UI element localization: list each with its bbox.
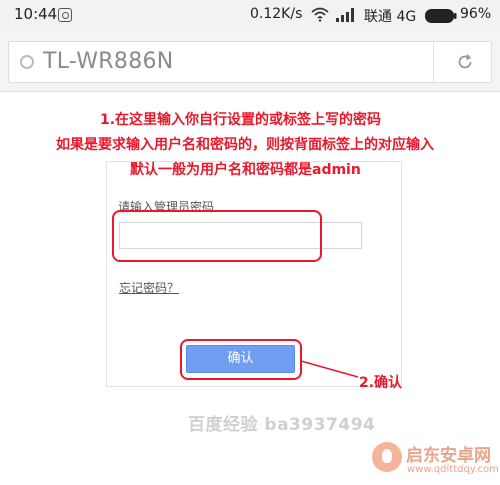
browser-toolbar: TL-WR886N — [0, 30, 500, 92]
annotation-step1: 1.在这里输入你自行设置的或标签上写的密码 — [100, 112, 382, 128]
battery-percent: 96% — [460, 6, 492, 22]
status-time: 10:44 — [14, 5, 58, 23]
site-logo-icon — [372, 442, 402, 472]
status-bar: 10:44 0.12K/s 联通 4G 96% — [0, 0, 500, 30]
site-watermark-name: 启东安卓网 — [406, 446, 491, 466]
battery-icon — [425, 9, 457, 23]
password-highlight-box — [112, 210, 322, 262]
annotation-username-hint: 如果是要求输入用户名和密码的，则按背面标签上的对应输入 — [56, 137, 434, 153]
signal-icon — [336, 8, 354, 22]
url-text[interactable]: TL-WR886N — [43, 49, 174, 74]
wifi-icon — [311, 7, 329, 22]
network-speed: 0.12K/s — [250, 6, 303, 22]
annotation-step2: 2.确认 — [359, 375, 403, 391]
address-bar[interactable]: TL-WR886N — [8, 41, 492, 83]
gallery-icon — [58, 8, 72, 22]
circle-icon — [20, 55, 34, 69]
site-watermark-url: www.qdlttdqy.com — [407, 464, 499, 475]
forgot-password-link[interactable]: 忘记密码？ — [119, 279, 179, 296]
baidu-watermark: 百度经验 ba3937494 — [188, 415, 376, 435]
address-divider — [433, 42, 434, 82]
carrier-label: 联通 4G — [364, 9, 417, 25]
annotation-default-credentials: 默认一般为用户名和密码都是admin — [130, 162, 361, 178]
confirm-highlight-box — [180, 339, 302, 380]
reload-icon[interactable] — [456, 53, 474, 71]
